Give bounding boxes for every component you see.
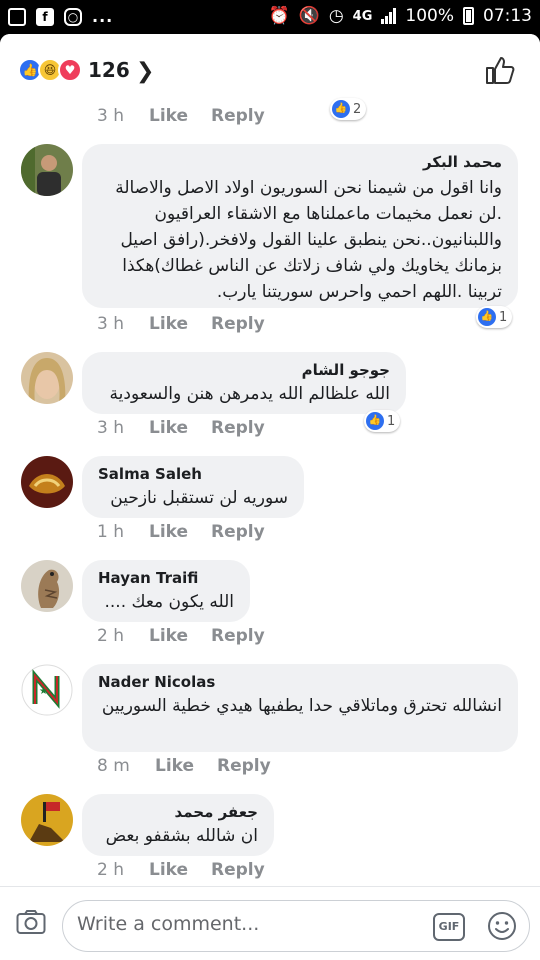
comment-bubble: محمد البكر وانا اقول من شيمنا نحن السوري… <box>82 144 518 308</box>
emoji-icon[interactable] <box>487 911 517 941</box>
comment-input-box[interactable]: GIF <box>62 900 530 952</box>
reactions-header[interactable]: 👍 😆 ♥ 126 ❯ <box>0 34 540 102</box>
like-icon: 👍 <box>478 308 496 326</box>
comment-bubble: Hayan Traifi الله يكون معك .... <box>82 560 250 622</box>
commenter-name[interactable]: Salma Saleh <box>98 465 288 483</box>
love-icon: ♥ <box>58 58 82 82</box>
reaction-badge-count: 2 <box>353 101 362 117</box>
facebook-icon: f <box>36 7 54 26</box>
reply-link[interactable]: Reply <box>211 314 265 334</box>
battery-icon <box>463 7 474 25</box>
comment-text: ان شالله بشقفو بعض <box>105 826 258 846</box>
clock-icon: ◷ <box>328 6 344 26</box>
gif-button[interactable]: GIF <box>433 913 465 941</box>
reply-link[interactable]: Reply <box>217 756 271 776</box>
comment-meta: 2 h Like Reply <box>97 860 265 880</box>
reply-link[interactable]: Reply <box>211 860 265 880</box>
reaction-badge[interactable]: 👍 1 <box>364 410 401 432</box>
comment-bubble: Salma Saleh سوريه لن تستقبل نازحين <box>82 456 304 518</box>
like-link[interactable]: Like <box>149 418 211 438</box>
like-icon: 👍 <box>366 412 384 430</box>
like-icon: 👍 <box>332 100 350 118</box>
reaction-badge-count: 1 <box>387 413 396 429</box>
more-notifications: ... <box>92 7 114 26</box>
mute-icon: 🔇 <box>298 6 320 26</box>
svg-text:★: ★ <box>39 686 48 697</box>
comment-text: الله علظالم الله يدمرهن هنن والسعودية <box>109 384 390 404</box>
network-type: 4G <box>352 8 373 24</box>
comment-time: 2 h <box>97 626 124 646</box>
commenter-name[interactable]: جعفر محمد <box>98 803 258 821</box>
like-link[interactable]: Like <box>149 314 211 334</box>
reaction-badge[interactable]: 👍 2 <box>330 98 367 120</box>
comments-panel: 👍 😆 ♥ 126 ❯ 3 h Like Reply 👍 2 محمد البك… <box>0 34 540 960</box>
reaction-icons: 👍 😆 ♥ <box>18 58 82 82</box>
commenter-name[interactable]: Nader Nicolas <box>98 673 502 691</box>
avatar[interactable]: ★ <box>21 664 73 716</box>
avatar[interactable] <box>21 560 73 612</box>
commenter-name[interactable]: جوجو الشام <box>98 361 390 379</box>
comment-bubble: جعفر محمد ان شالله بشقفو بعض <box>82 794 274 856</box>
comment-text: وانا اقول من شيمنا نحن السوريون اولاد ال… <box>115 178 502 302</box>
comment-time: 2 h <box>97 860 124 880</box>
comment-time: 1 h <box>97 522 124 542</box>
comment-input[interactable] <box>77 913 417 935</box>
comment-text: سوريه لن تستقبل نازحين <box>110 488 288 508</box>
reply-link[interactable]: Reply <box>211 106 265 126</box>
comment-time: 3 h <box>97 106 124 126</box>
avatar[interactable] <box>21 456 73 508</box>
avatar[interactable] <box>21 794 73 846</box>
status-right: ⏰ 🔇 ◷ 4G 100% 07:13 <box>268 6 532 26</box>
comment-text: الله يكون معك .... <box>104 592 235 612</box>
like-link[interactable]: Like <box>149 106 211 126</box>
comment-time: 8 m <box>97 756 130 776</box>
like-link[interactable]: Like <box>149 626 211 646</box>
chevron-right-icon[interactable]: ❯ <box>136 59 154 84</box>
comment-time: 3 h <box>97 418 124 438</box>
commenter-name[interactable]: محمد البكر <box>98 153 502 171</box>
signal-icon <box>381 8 397 24</box>
reply-link[interactable]: Reply <box>211 418 265 438</box>
reaction-badge-count: 1 <box>499 309 508 325</box>
comment-bubble: Nader Nicolas انشالله تحترق وماتلاقي حدا… <box>82 664 518 752</box>
like-link[interactable]: Like <box>149 860 211 880</box>
like-link[interactable]: Like <box>155 756 217 776</box>
reaction-badge[interactable]: 👍 1 <box>476 306 513 328</box>
comment-meta: 3 h Like Reply <box>97 314 265 334</box>
clock-time: 07:13 <box>483 6 532 26</box>
reply-link[interactable]: Reply <box>211 626 265 646</box>
like-post-icon[interactable] <box>484 54 516 86</box>
comment-meta: 8 m Like Reply <box>97 756 271 776</box>
comment-text: انشالله تحترق وماتلاقي حدا يطفيها هيدي خ… <box>101 696 502 716</box>
comment-composer: GIF <box>0 886 540 960</box>
camera-icon[interactable] <box>16 909 46 935</box>
comment-meta: 1 h Like Reply <box>97 522 265 542</box>
partial-comment-meta: 3 h Like Reply <box>97 106 265 126</box>
avatar[interactable] <box>21 352 73 404</box>
like-link[interactable]: Like <box>149 522 211 542</box>
comment-time: 3 h <box>97 314 124 334</box>
commenter-name[interactable]: Hayan Traifi <box>98 569 234 587</box>
instagram-icon: ○ <box>64 7 82 26</box>
comment-meta: 2 h Like Reply <box>97 626 265 646</box>
alarm-icon: ⏰ <box>268 6 290 26</box>
reaction-count: 126 <box>88 58 130 82</box>
comment-bubble: جوجو الشام الله علظالم الله يدمرهن هنن و… <box>82 352 406 414</box>
avatar[interactable] <box>21 144 73 196</box>
reply-link[interactable]: Reply <box>211 522 265 542</box>
notification-icon <box>8 7 26 26</box>
comment-meta: 3 h Like Reply <box>97 418 265 438</box>
status-left: f ○ ... <box>8 7 113 26</box>
status-bar: f ○ ... ⏰ 🔇 ◷ 4G 100% 07:13 <box>0 0 540 34</box>
battery-percent: 100% <box>405 6 454 26</box>
